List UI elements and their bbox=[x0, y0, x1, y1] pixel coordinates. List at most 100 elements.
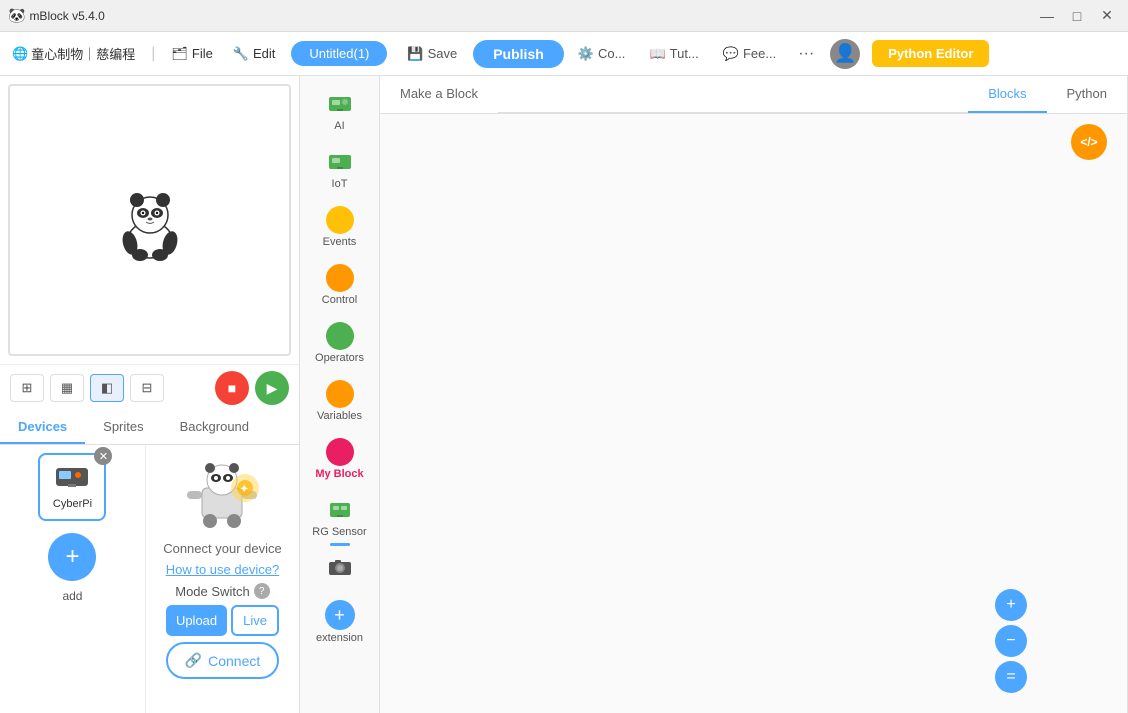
make-block-tab[interactable]: Make a Block bbox=[380, 76, 498, 113]
operators-dot bbox=[326, 322, 354, 350]
tab-background[interactable]: Background bbox=[162, 411, 267, 444]
device-cyberpi[interactable]: ✕ CyberPi bbox=[38, 453, 106, 521]
tab-blocks[interactable]: Blocks bbox=[968, 76, 1046, 113]
events-label: Events bbox=[323, 236, 357, 248]
brand: 🌐 童心制物｜慈编程 bbox=[12, 44, 135, 63]
variables-dot bbox=[326, 380, 354, 408]
tab-devices[interactable]: Devices bbox=[0, 411, 85, 444]
camera-icon bbox=[326, 554, 354, 582]
zoom-out-button[interactable]: − bbox=[995, 625, 1027, 657]
stop-icon: ■ bbox=[228, 380, 236, 396]
control-label: Control bbox=[322, 294, 357, 306]
palette-iot[interactable]: IoT bbox=[305, 142, 375, 196]
palette-control[interactable]: Control bbox=[305, 258, 375, 312]
tut-button[interactable]: 📖 Tut... bbox=[639, 41, 708, 67]
zoom-in-button[interactable]: + bbox=[995, 589, 1027, 621]
blocks-label: Blocks bbox=[988, 86, 1026, 101]
edit-menu[interactable]: 🔧 Edit bbox=[225, 42, 284, 66]
extension-button[interactable]: + bbox=[325, 600, 355, 630]
minimize-button[interactable]: — bbox=[1034, 6, 1060, 26]
divider: | bbox=[151, 45, 155, 63]
main-layout: ⊞ ▦ ◧ ⊟ ■ ▶ Devices Sprites Background ✕ bbox=[0, 76, 1128, 713]
tab-python[interactable]: Python bbox=[1047, 76, 1127, 113]
save-icon: 💾 bbox=[407, 46, 423, 62]
zoom-reset-button[interactable]: = bbox=[995, 661, 1027, 693]
cursor-indicator bbox=[330, 543, 350, 546]
edit-icon: 🔧 bbox=[233, 46, 249, 62]
file-menu[interactable]: 🗂 File bbox=[163, 42, 220, 66]
stop-button[interactable]: ■ bbox=[215, 371, 249, 405]
palette-operators[interactable]: Operators bbox=[305, 316, 375, 370]
tab-sprites[interactable]: Sprites bbox=[85, 411, 161, 444]
stage-panel: ⊞ ▦ ◧ ⊟ ■ ▶ Devices Sprites Background ✕ bbox=[0, 76, 300, 713]
make-block-label: Make a Block bbox=[400, 86, 478, 101]
file-label: File bbox=[192, 46, 213, 61]
add-device-button[interactable]: + bbox=[48, 533, 96, 581]
more-button[interactable]: ··· bbox=[790, 40, 822, 68]
palette-extension[interactable]: + extension bbox=[305, 594, 375, 650]
zoom-controls: + − = bbox=[995, 589, 1027, 693]
layout-btn-4[interactable]: ⊟ bbox=[130, 374, 164, 402]
live-button[interactable]: Live bbox=[231, 605, 279, 636]
ai-icon bbox=[326, 90, 354, 118]
how-to-link[interactable]: How to use device? bbox=[166, 562, 279, 577]
upload-live-row: Upload Live bbox=[156, 605, 289, 636]
palette-rgsensor[interactable]: RG Sensor bbox=[305, 490, 375, 544]
tut-icon: 📖 bbox=[649, 46, 665, 62]
code-xml-icon: </> bbox=[1080, 135, 1097, 149]
operators-label: Operators bbox=[315, 352, 364, 364]
iot-label: IoT bbox=[332, 178, 348, 190]
connect-button[interactable]: 🔗 Connect bbox=[166, 642, 279, 679]
play-button[interactable]: ▶ bbox=[255, 371, 289, 405]
workspace-area: </> + − = bbox=[380, 114, 1127, 713]
menubar: 🌐 童心制物｜慈编程 | 🗂 File 🔧 Edit Untitled(1) 💾… bbox=[0, 32, 1128, 76]
palette-events[interactable]: Events bbox=[305, 200, 375, 254]
tab-content: ✕ CyberPi + add bbox=[0, 445, 299, 713]
palette-variables[interactable]: Variables bbox=[305, 374, 375, 428]
co-button[interactable]: ⚙️ Co... bbox=[568, 41, 636, 67]
publish-button[interactable]: Publish bbox=[473, 40, 564, 68]
fee-button[interactable]: 💬 Fee... bbox=[713, 41, 786, 67]
stage-controls: ⊞ ▦ ◧ ⊟ ■ ▶ bbox=[0, 364, 299, 411]
window-controls: — □ ✕ bbox=[1034, 6, 1120, 26]
upload-button[interactable]: Upload bbox=[166, 605, 227, 636]
info-icon[interactable]: ? bbox=[254, 583, 270, 599]
link-icon: 🔗 bbox=[185, 652, 202, 669]
app-title: mBlock v5.4.0 bbox=[29, 9, 1034, 23]
palette-myblock[interactable]: My Block bbox=[305, 432, 375, 486]
python-label: Python bbox=[1067, 86, 1107, 101]
close-button[interactable]: ✕ bbox=[1094, 6, 1120, 26]
layout-btn-3[interactable]: ◧ bbox=[90, 374, 124, 402]
panda-sprite bbox=[110, 175, 190, 265]
project-name-button[interactable]: Untitled(1) bbox=[291, 41, 387, 66]
fee-label: Fee... bbox=[743, 46, 776, 61]
control-dot bbox=[326, 264, 354, 292]
titlebar: 🐼 mBlock v5.4.0 — □ ✕ bbox=[0, 0, 1128, 32]
python-editor-button[interactable]: Python Editor bbox=[872, 40, 989, 67]
code-xml-button[interactable]: </> bbox=[1071, 124, 1107, 160]
device-connect-area: ✦ Connect your device How to use device?… bbox=[145, 445, 299, 713]
palette-ai[interactable]: AI bbox=[305, 84, 375, 138]
layout-btn-1[interactable]: ⊞ bbox=[10, 374, 44, 402]
device-name: CyberPi bbox=[53, 498, 92, 510]
rgsensor-label: RG Sensor bbox=[312, 526, 366, 538]
globe-icon: 🌐 bbox=[12, 46, 28, 62]
add-device-container: + add bbox=[48, 529, 96, 603]
device-close-button[interactable]: ✕ bbox=[94, 447, 112, 465]
mode-switch-label: Mode Switch bbox=[175, 584, 249, 599]
ai-label: AI bbox=[334, 120, 344, 132]
brand-text: 童心制物｜慈编程 bbox=[31, 44, 135, 63]
connect-text: Connect your device bbox=[163, 541, 282, 556]
layout-btn-2[interactable]: ▦ bbox=[50, 374, 84, 402]
maximize-button[interactable]: □ bbox=[1064, 6, 1090, 26]
add-label: add bbox=[62, 589, 82, 603]
palette-camera[interactable] bbox=[305, 548, 375, 590]
connect-label: Connect bbox=[208, 653, 260, 669]
device-icon bbox=[54, 464, 90, 496]
blocks-workspace: Make a Block Blocks Python </> + − = bbox=[380, 76, 1128, 713]
co-label: Co... bbox=[598, 46, 625, 61]
tut-label: Tut... bbox=[670, 46, 699, 61]
avatar[interactable]: 👤 bbox=[830, 39, 860, 69]
save-button[interactable]: 💾 Save bbox=[395, 41, 469, 67]
rgsensor-icon bbox=[326, 496, 354, 524]
